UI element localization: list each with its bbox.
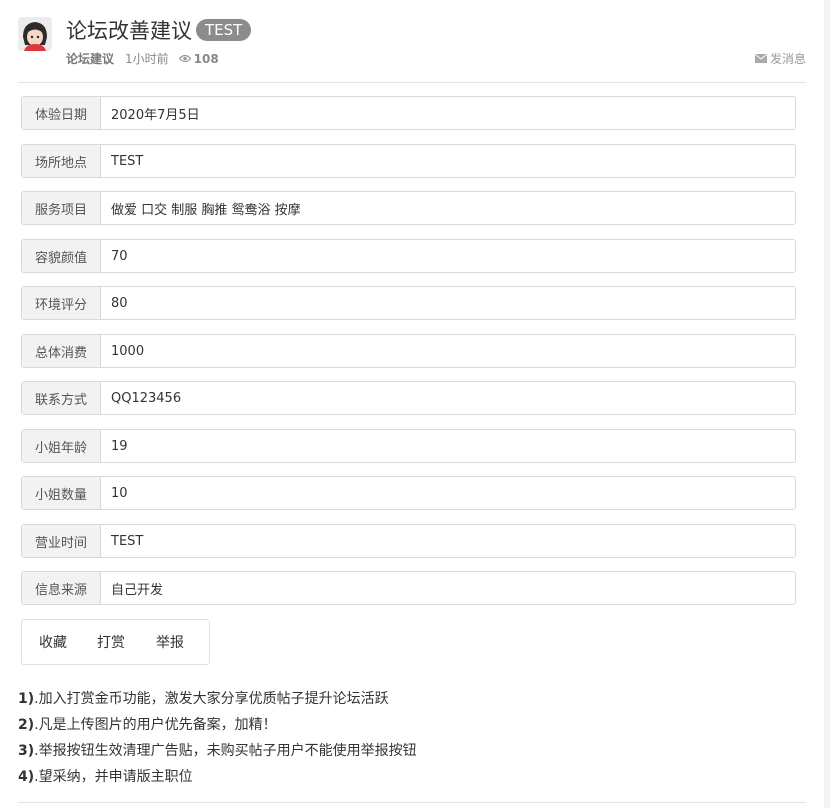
field-appearance: 容貌颜值 70 <box>21 239 796 273</box>
field-label: 小姐数量 <box>22 477 101 509</box>
post-header: 论坛改善建议 TEST 论坛建议 1小时前 108 发消息 <box>18 14 806 83</box>
field-value: 1000 <box>111 343 145 359</box>
view-count-value: 108 <box>193 51 219 66</box>
content-line: 2).凡是上传图片的用户优先备案，加精！ <box>18 717 277 733</box>
field-label: 体验日期 <box>22 97 101 129</box>
field-value: TEST <box>111 533 144 549</box>
eye-icon <box>178 54 191 63</box>
content-line: 4).望采纳，并申请版主职位 <box>18 769 193 785</box>
field-total-cost: 总体消费 1000 <box>21 334 796 368</box>
field-location: 场所地点 TEST <box>21 144 796 178</box>
post-content: 1).加入打赏金币功能，激发大家分享优质帖子提升论坛活跃 2).凡是上传图片的用… <box>18 686 417 790</box>
field-info-source: 信息来源 自己开发 <box>21 571 796 605</box>
send-message-label: 发消息 <box>769 52 806 66</box>
field-value: 19 <box>111 438 128 454</box>
report-button[interactable]: 举报 <box>156 632 184 652</box>
field-label: 环境评分 <box>22 287 101 319</box>
field-label: 联系方式 <box>22 382 101 414</box>
field-label: 服务项目 <box>22 192 101 224</box>
envelope-icon <box>754 54 767 63</box>
field-value: 自己开发 <box>111 582 164 598</box>
field-value: TEST <box>111 153 144 169</box>
field-contact: 联系方式 QQ123456 <box>21 381 796 415</box>
field-label: 小姐年龄 <box>22 430 101 462</box>
forum-link[interactable]: 论坛建议 <box>66 50 114 67</box>
divider <box>18 802 806 803</box>
post-title: 论坛改善建议 <box>66 19 192 43</box>
post-meta: 论坛建议 1小时前 108 <box>66 50 219 67</box>
field-count: 小姐数量 10 <box>21 476 796 510</box>
field-environment: 环境评分 80 <box>21 286 796 320</box>
post-badge: TEST <box>196 19 252 41</box>
field-experience-date: 体验日期 2020年7月5日 <box>21 96 796 130</box>
scrollbar-track[interactable] <box>824 0 830 808</box>
field-services: 服务项目 做爱 口交 制服 胸推 鸳鸯浴 按摩 <box>21 191 796 225</box>
view-count: 108 <box>178 51 219 66</box>
field-label: 营业时间 <box>22 525 101 557</box>
field-value: 2020年7月5日 <box>111 107 200 123</box>
favorite-button[interactable]: 收藏 <box>39 632 67 652</box>
post-time: 1小时前 <box>125 52 169 66</box>
field-value: 80 <box>111 295 128 311</box>
field-label: 容貌颜值 <box>22 240 101 272</box>
field-age: 小姐年龄 19 <box>21 429 796 463</box>
content-line: 1).加入打赏金币功能，激发大家分享优质帖子提升论坛活跃 <box>18 691 389 707</box>
field-value: 做爱 口交 制服 胸推 鸳鸯浴 按摩 <box>111 202 301 218</box>
field-value: QQ123456 <box>111 390 182 406</box>
field-value: 10 <box>111 485 128 501</box>
field-label: 总体消费 <box>22 335 101 367</box>
reward-button[interactable]: 打赏 <box>97 632 125 652</box>
field-value: 70 <box>111 248 128 264</box>
avatar[interactable] <box>18 17 52 51</box>
action-bar: 收藏 打赏 举报 <box>21 619 210 665</box>
send-message-button[interactable]: 发消息 <box>754 50 806 67</box>
field-label: 信息来源 <box>22 572 101 604</box>
content-line: 3).举报按钮生效清理广告贴，未购买帖子用户不能使用举报按钮 <box>18 743 417 759</box>
field-label: 场所地点 <box>22 145 101 177</box>
field-business-hours: 营业时间 TEST <box>21 524 796 558</box>
